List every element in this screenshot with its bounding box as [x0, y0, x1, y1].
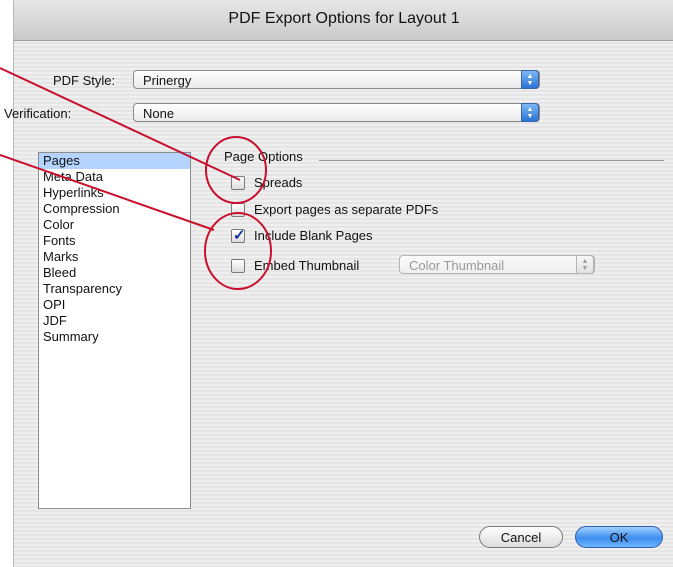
category-item-compression[interactable]: Compression: [39, 201, 190, 217]
category-item-summary[interactable]: Summary: [39, 329, 190, 345]
category-item-pages[interactable]: Pages: [39, 153, 190, 169]
category-item-meta-data[interactable]: Meta Data: [39, 169, 190, 185]
category-item-opi[interactable]: OPI: [39, 297, 190, 313]
pdf-style-popup[interactable]: Prinergy ▲ ▼: [133, 70, 540, 89]
popup-arrows-icon: ▲ ▼: [521, 70, 539, 89]
embed-thumbnail-label: Embed Thumbnail: [254, 258, 360, 273]
category-item-fonts[interactable]: Fonts: [39, 233, 190, 249]
thumbnail-type-popup[interactable]: Color Thumbnail ▲ ▼: [399, 255, 595, 274]
pdf-export-dialog: PDF Export Options for Layout 1 PDF Styl…: [4, 0, 673, 567]
separate-pdfs-label: Export pages as separate PDFs: [254, 202, 439, 217]
category-item-jdf[interactable]: JDF: [39, 313, 190, 329]
category-list[interactable]: Pages Meta Data Hyperlinks Compression C…: [38, 152, 191, 509]
verification-popup[interactable]: None ▲ ▼: [133, 103, 540, 122]
dialog-title: PDF Export Options for Layout 1: [228, 10, 460, 27]
blank-pages-label: Include Blank Pages: [254, 228, 373, 243]
category-item-marks[interactable]: Marks: [39, 249, 190, 265]
checkmark-icon: ✓: [233, 227, 246, 244]
group-divider: [319, 160, 664, 161]
spreads-label: Spreads: [254, 175, 303, 190]
popup-arrows-icon: ▲ ▼: [576, 255, 594, 274]
verification-value: None: [143, 106, 175, 121]
ok-button[interactable]: OK: [575, 526, 663, 548]
embed-thumbnail-checkbox[interactable]: [231, 259, 245, 273]
popup-arrows-icon: ▲ ▼: [521, 103, 539, 122]
cancel-button[interactable]: Cancel: [479, 526, 563, 548]
pdf-style-label: PDF Style:: [53, 73, 116, 88]
category-item-hyperlinks[interactable]: Hyperlinks: [39, 185, 190, 201]
verification-label: Verification:: [4, 106, 72, 121]
thumbnail-type-value: Color Thumbnail: [409, 258, 505, 273]
pdf-style-value: Prinergy: [143, 73, 192, 88]
separate-pdfs-checkbox[interactable]: [231, 203, 245, 217]
category-item-color[interactable]: Color: [39, 217, 190, 233]
title-bar[interactable]: PDF Export Options for Layout 1: [14, 0, 673, 41]
page-options-group-label: Page Options: [224, 149, 303, 164]
spreads-checkbox[interactable]: [231, 176, 245, 190]
category-item-transparency[interactable]: Transparency: [39, 281, 190, 297]
category-item-bleed[interactable]: Bleed: [39, 265, 190, 281]
blank-pages-checkbox[interactable]: ✓: [231, 227, 246, 244]
